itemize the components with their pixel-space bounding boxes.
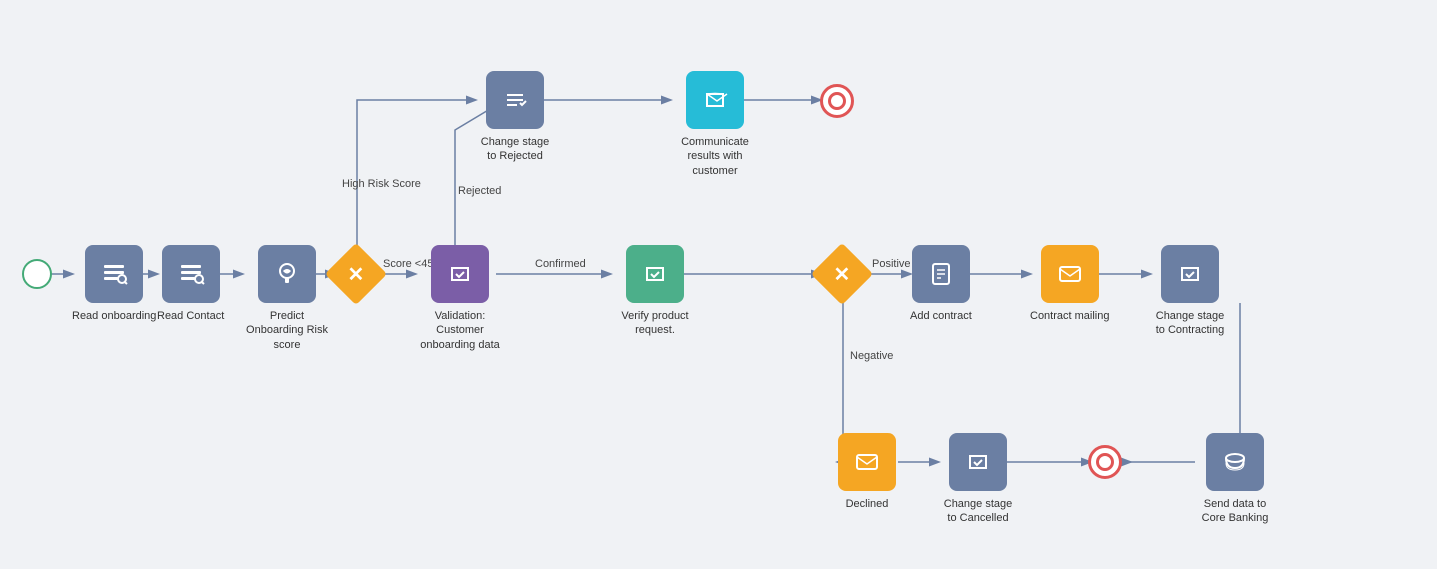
node-change-cancelled[interactable]: Change stage to Cancelled: [938, 433, 1018, 526]
node-icon-read-onboarding: [85, 245, 143, 303]
end-event-2: [1088, 445, 1122, 479]
node-declined[interactable]: Declined: [838, 433, 896, 511]
end-event-1: [820, 84, 854, 118]
node-read-contact[interactable]: Read Contact: [157, 245, 224, 323]
diamond-1: ✕: [325, 243, 387, 305]
node-icon-send-core: [1206, 433, 1264, 491]
label-read-onboarding: Read onboarding: [72, 309, 156, 323]
node-communicate[interactable]: Communicate results with customer: [670, 71, 760, 178]
node-verify[interactable]: Verify product request.: [610, 245, 700, 338]
label-contract-mailing: Contract mailing: [1030, 309, 1109, 323]
node-icon-add-contract: [912, 245, 970, 303]
start-circle: [22, 259, 52, 289]
label-declined: Declined: [846, 497, 889, 511]
end-circle-1: [820, 84, 854, 118]
node-send-core[interactable]: Send data to Core Banking: [1195, 433, 1275, 526]
label-verify: Verify product request.: [610, 309, 700, 338]
node-icon-communicate: [686, 71, 744, 129]
gateway-1: ✕: [334, 252, 378, 296]
start-event: [22, 259, 52, 289]
gateway-2: ✕: [820, 252, 864, 296]
node-read-onboarding[interactable]: Read onboarding: [72, 245, 156, 323]
label-communicate: Communicate results with customer: [670, 135, 760, 178]
node-icon-verify: [626, 245, 684, 303]
label-high-risk: High Risk Score: [342, 178, 421, 190]
node-predict-risk[interactable]: Predict Onboarding Risk score: [242, 245, 332, 352]
node-change-contracting[interactable]: Change stage to Contracting: [1150, 245, 1230, 338]
label-negative: Negative: [850, 350, 893, 362]
node-icon-change-cancelled: [949, 433, 1007, 491]
node-icon-contract-mailing: [1041, 245, 1099, 303]
label-confirmed: Confirmed: [535, 258, 586, 270]
node-icon-validation: [431, 245, 489, 303]
label-rejected: Rejected: [458, 185, 501, 197]
label-read-contact: Read Contact: [157, 309, 224, 323]
label-change-contracting: Change stage to Contracting: [1150, 309, 1230, 338]
label-validation: Validation: Customer onboarding data: [415, 309, 505, 352]
label-send-core: Send data to Core Banking: [1195, 497, 1275, 526]
node-icon-change-contracting: [1161, 245, 1219, 303]
label-positive: Positive: [872, 258, 911, 270]
node-icon-predict-risk: [258, 245, 316, 303]
node-change-rejected[interactable]: Change stage to Rejected: [475, 71, 555, 164]
node-icon-declined: [838, 433, 896, 491]
diamond-2: ✕: [811, 243, 873, 305]
label-change-rejected: Change stage to Rejected: [475, 135, 555, 164]
node-contract-mailing[interactable]: Contract mailing: [1030, 245, 1109, 323]
node-icon-read-contact: [162, 245, 220, 303]
node-add-contract[interactable]: Add contract: [910, 245, 972, 323]
end-circle-2: [1088, 445, 1122, 479]
node-validation[interactable]: Validation: Customer onboarding data: [415, 245, 505, 352]
process-diagram: Read onboarding Read Contact Predict Onb…: [0, 0, 1437, 569]
label-predict-risk: Predict Onboarding Risk score: [242, 309, 332, 352]
label-change-cancelled: Change stage to Cancelled: [938, 497, 1018, 526]
node-icon-change-rejected: [486, 71, 544, 129]
label-add-contract: Add contract: [910, 309, 972, 323]
